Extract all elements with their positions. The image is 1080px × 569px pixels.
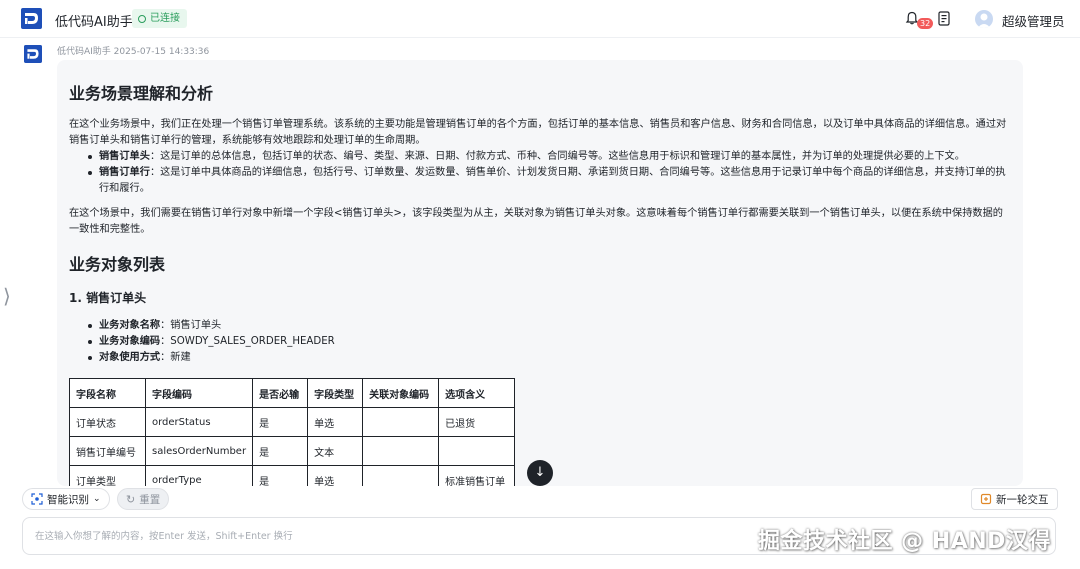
app-title: 低代码AI助手 [55,15,133,30]
list-item-term: 业务对象编码 [99,336,161,347]
scroll-to-bottom-button[interactable]: ↓ [527,460,553,486]
table-cell: 销售订单编号 [69,436,146,466]
user-avatar[interactable] [975,10,993,28]
intro-paragraph: 在这个业务场景中，我们正在处理一个销售订单管理系统。该系统的主要功能是管理销售订… [69,119,1007,146]
assistant-avatar-icon [24,45,42,63]
list-item-term: 对象使用方式 [99,352,161,363]
list-item-text: ：销售订单头 [160,320,222,331]
avatar-person-icon [977,13,991,28]
table-cell: salesOrderNumber [144,436,254,466]
table-row: 订单状态 orderStatus 是 单选 已退货 [69,407,516,437]
message-body: 业务场景理解和分析 在这个业务场景中，我们正在处理一个销售订单管理系统。该系统的… [69,80,1013,486]
document-icon[interactable] [938,11,950,26]
scenario-paragraph: 在这个场景中，我们需要在销售订单行对象中新增一个字段<销售订单头>，该字段类型为… [69,208,1003,235]
connected-icon [138,14,146,23]
chevron-down-icon: ⌄ [93,494,101,504]
list-item-text: ：新建 [160,352,191,363]
table-row: 销售订单编号 salesOrderNumber 是 文本 [69,436,516,466]
list-item-text: ：这是订单中具体商品的详细信息，包括行号、订单数量、发运数量、销售单价、计划发货… [99,167,1006,194]
list-item: 销售订单头：这是订单的总体信息，包括订单的状态、编号、类型、来源、日期、付款方式… [69,149,1013,165]
composer-area: 智能识别 ⌄ ↻ 重置 新一轮交互 掘金技术社区 @ HAND汉得 [0,486,1080,569]
list-item-text: ：这是订单的总体信息，包括订单的状态、编号、类型、来源、日期、付款方式、币种、合… [149,151,965,162]
table-cell: 是 [252,465,309,486]
table-cell: 文本 [307,436,364,466]
connection-status-label: 已连接 [150,13,180,24]
table-cell: 订单状态 [69,407,146,437]
table-cell: 是 [252,436,309,466]
table-header-cell: 关联对象编码 [362,378,440,408]
list-item: 对象使用方式：新建 [69,350,1013,366]
reset-icon: ↻ [126,492,136,506]
reset-label: 重置 [139,493,161,506]
table-row: 订单类型 orderType 是 单选 标准销售订单 [69,465,516,486]
field-table: 字段名称 字段编码 是否必输 字段类型 关联对象编码 选项含义 订单状态 ord… [69,378,516,486]
scan-icon [31,493,43,505]
top-header: 低代码AI助手 已连接 32 超级管理员 [0,0,1080,38]
list-item-term: 销售订单头 [99,151,150,162]
table-header-cell: 字段类型 [307,378,364,408]
table-header-cell: 字段编码 [144,378,254,408]
new-round-label: 新一轮交互 [996,493,1049,506]
table-cell: 标准销售订单 [438,465,516,486]
list-item-term: 业务对象名称 [99,320,161,331]
reset-button[interactable]: ↻ 重置 [117,488,170,510]
table-cell: orderType [144,465,254,486]
connection-status-badge: 已连接 [132,9,187,28]
notification-count-badge: 32 [917,18,934,29]
watermark-text: 掘金技术社区 @ HAND汉得 [758,529,1051,554]
new-chat-icon [980,493,992,505]
object-title: 1. 销售订单头 [69,291,147,305]
expand-sidebar-chevron-icon[interactable]: ⟩ [3,284,11,308]
table-cell: 订单类型 [69,465,146,486]
smart-recognition-label: 智能识别 [47,493,89,506]
list-item-term: 销售订单行 [99,167,150,178]
table-cell: 是 [252,407,309,437]
arrow-down-icon: ↓ [534,465,546,480]
section-heading-objects: 业务对象列表 [69,255,166,274]
list-item-text: ：SOWDY_SALES_ORDER_HEADER [160,336,335,347]
section-heading-analysis: 业务场景理解和分析 [69,84,214,103]
message-meta: 低代码AI助手 2025-07-15 14:33:36 [57,47,210,57]
table-header-cell: 字段名称 [69,378,146,408]
list-item: 业务对象名称：销售订单头 [69,318,1013,334]
list-item: 业务对象编码：SOWDY_SALES_ORDER_HEADER [69,334,1013,350]
app-logo-icon [21,8,42,29]
table-cell: 单选 [307,407,364,437]
table-header-cell: 是否必输 [252,378,309,408]
new-round-button[interactable]: 新一轮交互 [971,488,1058,510]
table-cell: orderStatus [144,407,254,437]
smart-recognition-dropdown[interactable]: 智能识别 ⌄ [22,488,110,510]
assistant-message-card: 业务场景理解和分析 在这个业务场景中，我们正在处理一个销售订单管理系统。该系统的… [57,60,1023,486]
list-item: 销售订单行：这是订单中具体商品的详细信息，包括行号、订单数量、发运数量、销售单价… [69,165,1013,197]
table-cell [362,465,440,486]
table-cell: 已退货 [438,407,516,437]
table-header-cell: 选项含义 [438,378,516,408]
user-name[interactable]: 超级管理员 [1002,11,1065,30]
table-cell [438,436,516,466]
table-cell: 单选 [307,465,364,486]
table-header-row: 字段名称 字段编码 是否必输 字段类型 关联对象编码 选项含义 [69,378,516,408]
table-cell [362,436,440,466]
table-cell [362,407,440,437]
